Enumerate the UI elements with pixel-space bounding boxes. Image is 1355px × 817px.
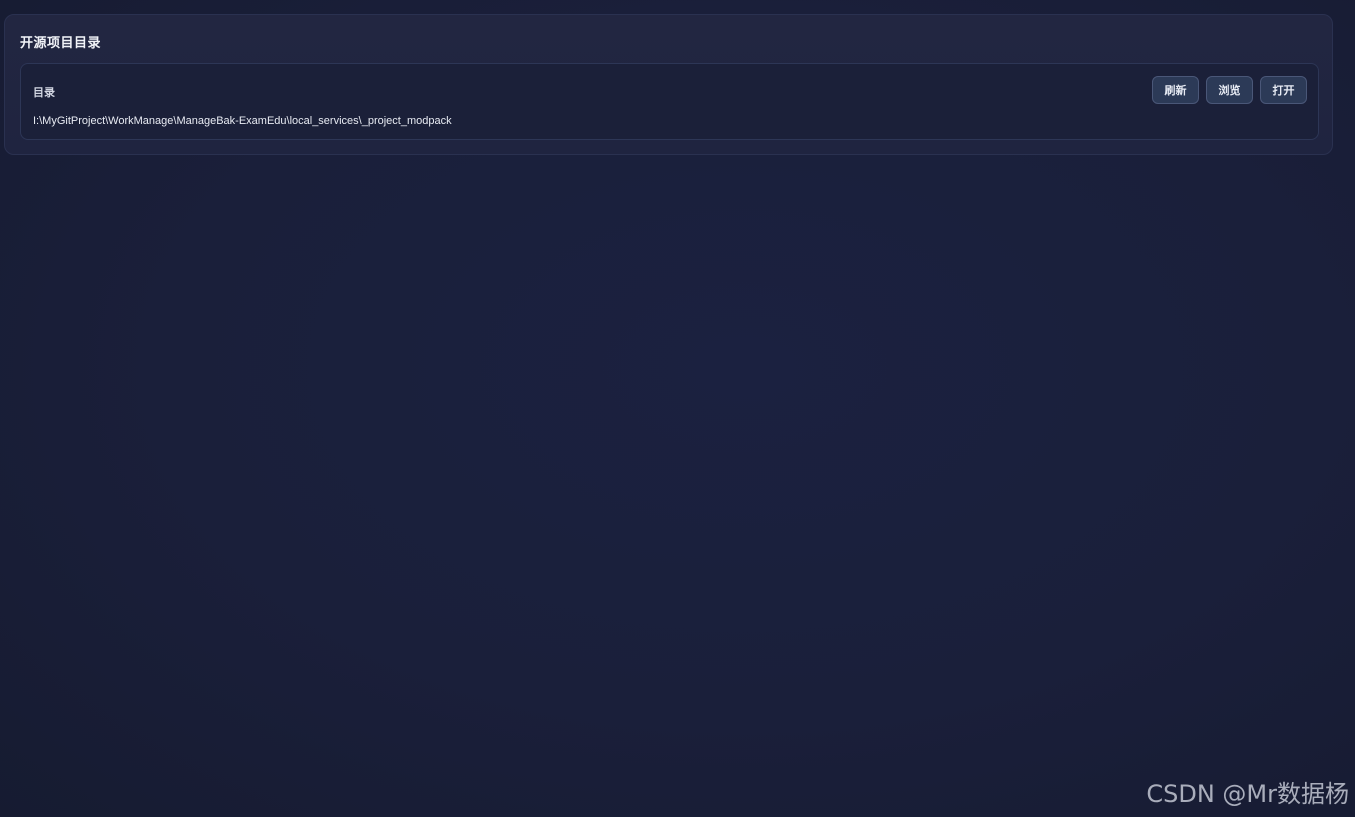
directory-path: I:\MyGitProject\WorkManage\ManageBak-Exa… [33, 115, 452, 127]
watermark: CSDN @Mr数据杨 [1146, 780, 1349, 808]
directory-actions: 刷新 浏览 打开 [1152, 76, 1307, 104]
refresh-button[interactable]: 刷新 [1152, 76, 1199, 104]
directory-label: 目录 [33, 86, 55, 99]
directory-card: 目录 I:\MyGitProject\WorkManage\ManageBak-… [20, 63, 1319, 140]
browse-button[interactable]: 浏览 [1206, 76, 1253, 104]
project-directory-panel: 开源项目目录 目录 I:\MyGitProject\WorkManage\Man… [4, 14, 1333, 155]
open-button[interactable]: 打开 [1260, 76, 1307, 104]
panel-title: 开源项目目录 [20, 36, 102, 51]
